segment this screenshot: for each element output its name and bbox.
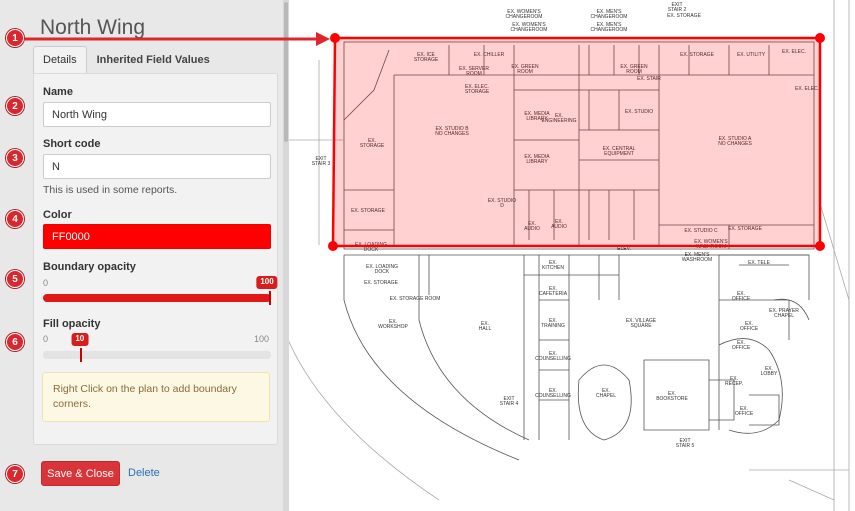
annotation-arrow-overlay bbox=[25, 32, 330, 46]
arrow-head-icon bbox=[316, 32, 330, 46]
